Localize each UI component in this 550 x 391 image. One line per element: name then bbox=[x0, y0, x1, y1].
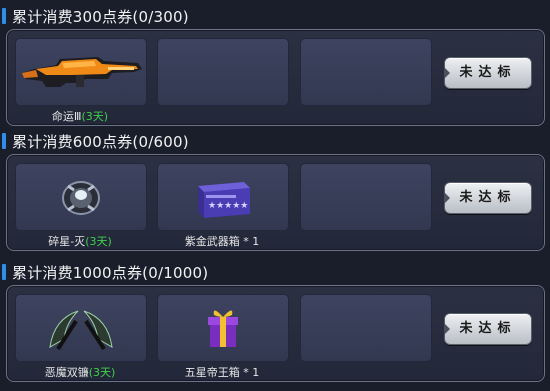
reward-name: 碎星-灭 bbox=[48, 235, 86, 248]
reward-name: 紫金武器箱 * 1 bbox=[184, 235, 260, 248]
reward-label: 命运Ⅲ(3天) bbox=[15, 108, 145, 124]
reward-slot-2[interactable]: ★★★★★ bbox=[157, 163, 289, 231]
tier-header: 累计消费600点券(0/600) bbox=[0, 130, 550, 152]
tier-marker bbox=[2, 8, 6, 24]
reward-label: 紫金武器箱 * 1 bbox=[157, 233, 287, 249]
reward-label: 恶魔双镰(3天) bbox=[15, 364, 145, 380]
reward-slot-2[interactable] bbox=[157, 38, 289, 106]
tier-title: 累计消费300点券(0/300) bbox=[12, 8, 189, 26]
tier-title: 累计消费600点券(0/600) bbox=[12, 133, 189, 151]
tier-marker bbox=[2, 264, 6, 280]
reward-label: 五星帝王箱 * 1 bbox=[157, 364, 287, 380]
reward-name: 五星帝王箱 * 1 bbox=[184, 366, 260, 379]
reward-slot-3[interactable] bbox=[300, 294, 432, 362]
arrow-icon bbox=[444, 67, 450, 79]
arrow-icon bbox=[444, 323, 450, 335]
tier-header: 累计消费1000点券(0/1000) bbox=[0, 261, 550, 283]
reward-slot-1[interactable] bbox=[15, 294, 147, 362]
tier-marker bbox=[2, 133, 6, 149]
reward-duration: (3天) bbox=[85, 235, 112, 248]
tier-title: 累计消费1000点券(0/1000) bbox=[12, 264, 209, 282]
reward-slot-3[interactable] bbox=[300, 163, 432, 231]
arrow-icon bbox=[444, 192, 450, 204]
svg-text:★★★★★: ★★★★★ bbox=[208, 201, 248, 211]
reward-duration: (3天) bbox=[88, 366, 116, 379]
reward-name: 恶魔双镰 bbox=[44, 366, 89, 379]
tier-panel: 命运Ⅲ(3天) 未达标 bbox=[6, 29, 545, 126]
tier-header: 累计消费300点券(0/300) bbox=[0, 5, 550, 27]
reward-slot-1[interactable] bbox=[15, 163, 147, 231]
claim-button[interactable]: 未达标 bbox=[444, 182, 532, 214]
reward-slot-3[interactable] bbox=[300, 38, 432, 106]
claim-button[interactable]: 未达标 bbox=[444, 313, 532, 345]
twin-scythe-icon bbox=[49, 310, 113, 351]
claim-button[interactable]: 未达标 bbox=[444, 57, 532, 89]
gear-orb-icon bbox=[62, 181, 100, 215]
gift-box-icon bbox=[208, 310, 238, 347]
orange-rifle-icon bbox=[22, 57, 142, 87]
reward-slot-2[interactable] bbox=[157, 294, 289, 362]
purple-crate-icon: ★★★★★ bbox=[198, 182, 250, 218]
reward-duration: (3天) bbox=[81, 110, 109, 123]
reward-slot-1[interactable] bbox=[15, 38, 147, 106]
reward-label: 碎星-灭(3天) bbox=[15, 233, 145, 249]
tier-panel: ★★★★★ 碎星-灭(3天) 紫金武器箱 * 1 未达标 bbox=[6, 154, 545, 251]
reward-name: 命运Ⅲ bbox=[51, 110, 82, 123]
tier-panel: 恶魔双镰(3天) 五星帝王箱 * 1 未达标 bbox=[6, 285, 545, 382]
